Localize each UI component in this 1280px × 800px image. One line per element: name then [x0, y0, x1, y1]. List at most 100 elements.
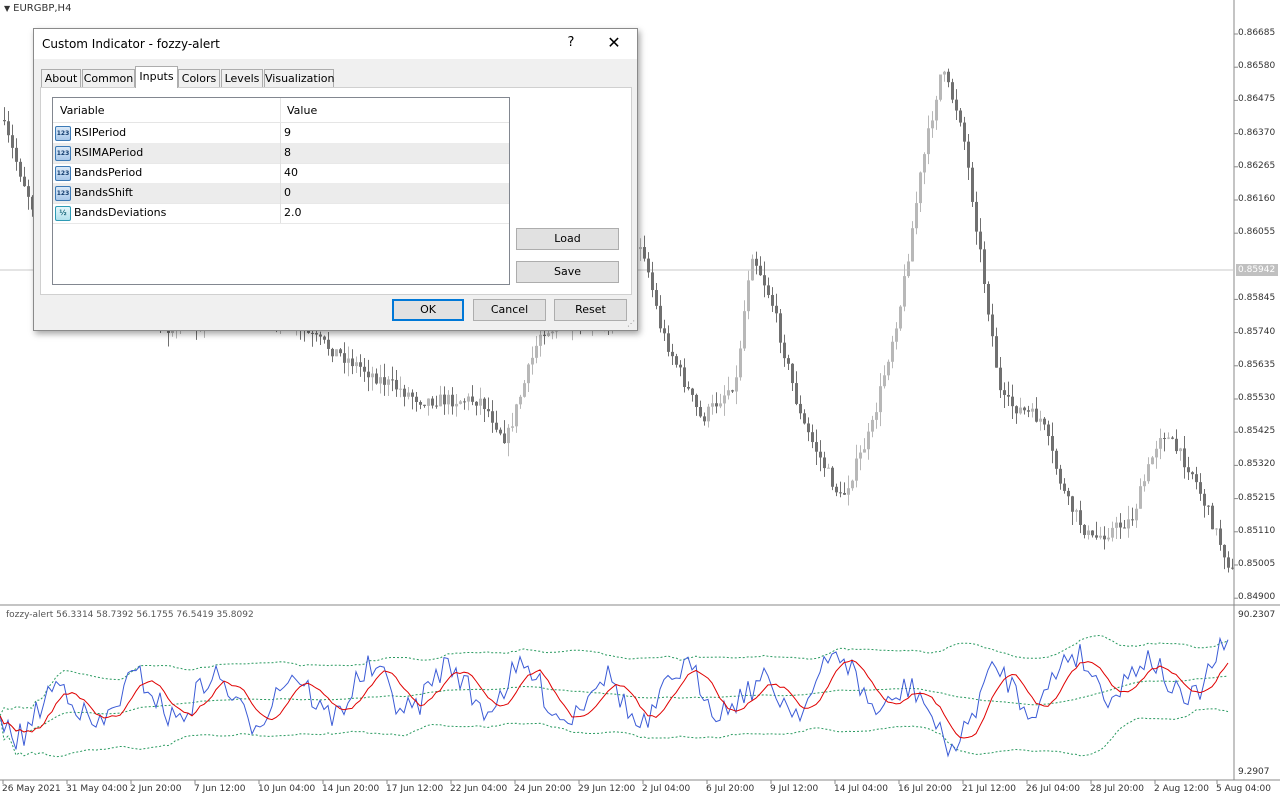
column-header-value[interactable]: Value [287, 104, 317, 117]
variable-name: BandsShift [74, 186, 133, 199]
candle-body [375, 373, 378, 384]
candle-body [23, 176, 26, 187]
table-row[interactable]: ½ BandsDeviations 2.0 [53, 203, 509, 224]
cancel-button[interactable]: Cancel [473, 299, 546, 321]
candle-body [439, 394, 442, 407]
candle-body [647, 258, 650, 273]
candle-body [467, 396, 470, 402]
candle-body [1091, 530, 1094, 536]
candle-body [415, 396, 418, 403]
candle-body [1159, 438, 1162, 449]
candle-body [1147, 464, 1150, 482]
candle-body [691, 388, 694, 395]
candle-body [715, 403, 718, 407]
candle-body [803, 413, 806, 424]
candle-body [1103, 535, 1106, 540]
table-row[interactable]: 123 BandsShift 0 [53, 183, 509, 204]
indicator-title: fozzy-alert 56.3314 58.7392 56.1755 76.5… [6, 610, 254, 620]
resize-grip-icon[interactable]: ⋰ [627, 319, 635, 328]
date-tick-label: 24 Jun 20:00 [514, 784, 572, 794]
candle-body [811, 432, 814, 443]
candle-body [875, 412, 878, 420]
symbol-title[interactable]: ▼ EURGBP,H4 [4, 3, 71, 14]
candle-body [1083, 524, 1086, 535]
table-row[interactable]: 123 BandsPeriod 40 [53, 163, 509, 184]
tab-inputs[interactable]: Inputs [135, 66, 178, 88]
price-tick-label: 0.85215 [1238, 492, 1276, 503]
date-tick-label: 9 Jul 12:00 [770, 784, 819, 794]
price-tick-label: 0.85740 [1238, 326, 1276, 337]
candle-body [739, 348, 742, 378]
tab-colors[interactable]: Colors [178, 69, 220, 87]
candle-body [763, 275, 766, 286]
indicator-scale-min: 9.2907 [1238, 767, 1270, 777]
candle-body [847, 488, 850, 495]
tab-about[interactable]: About [41, 69, 81, 87]
candle-body [359, 362, 362, 367]
candle-body [1223, 544, 1226, 558]
variable-value[interactable]: 40 [284, 166, 298, 179]
dialog-title-bar[interactable]: Custom Indicator - fozzy-alert ? ✕ [34, 29, 637, 59]
close-icon[interactable]: ✕ [602, 32, 626, 54]
help-button[interactable]: ? [563, 35, 579, 50]
candle-body [399, 388, 402, 390]
candle-body [431, 398, 434, 406]
candle-body [311, 332, 314, 334]
table-row[interactable]: 123 RSIPeriod 9 [53, 123, 509, 144]
candle-body [19, 161, 22, 177]
price-tick-label: 0.85320 [1238, 459, 1276, 470]
candle-body [527, 364, 530, 384]
candle-body [1143, 481, 1146, 487]
reset-button[interactable]: Reset [554, 299, 627, 321]
column-header-variable[interactable]: Variable [60, 104, 105, 117]
candle-body [743, 311, 746, 349]
variable-value[interactable]: 2.0 [284, 206, 302, 219]
tab-levels[interactable]: Levels [221, 69, 263, 87]
candle-body [663, 328, 666, 334]
candle-body [679, 364, 682, 368]
candle-body [1055, 450, 1058, 469]
candle-body [471, 396, 474, 402]
tab-common[interactable]: Common [82, 69, 135, 87]
candle-body [699, 407, 702, 417]
variable-value[interactable]: 8 [284, 146, 291, 159]
candle-body [639, 247, 642, 250]
load-button[interactable]: Load [516, 228, 619, 250]
inputs-table[interactable]: Variable Value 123 RSIPeriod 9 123 RSIMA… [52, 97, 510, 285]
candle-body [387, 379, 390, 385]
save-button[interactable]: Save [516, 261, 619, 283]
variable-value[interactable]: 9 [284, 126, 291, 139]
custom-indicator-dialog[interactable]: Custom Indicator - fozzy-alert ? ✕ About… [33, 28, 638, 331]
candle-body [839, 492, 842, 494]
double-icon: ½ [55, 206, 71, 221]
candle-body [755, 258, 758, 266]
variable-value[interactable]: 0 [284, 186, 291, 199]
candle-body [843, 492, 846, 495]
candle-body [1079, 510, 1082, 525]
candle-body [911, 228, 914, 262]
ok-button[interactable]: OK [392, 299, 464, 321]
candle-body [771, 295, 774, 306]
candle-body [427, 398, 430, 406]
candle-body [779, 313, 782, 343]
tab-visualization[interactable]: Visualization [264, 69, 334, 87]
price-tick-label: 0.85425 [1238, 426, 1276, 437]
variable-name: RSIMAPeriod [74, 146, 144, 159]
integer-icon: 123 [55, 126, 71, 141]
candle-body [507, 427, 510, 444]
candle-body [347, 358, 350, 363]
candle-body [487, 409, 490, 412]
candle-body [1087, 530, 1090, 535]
candle-body [923, 154, 926, 173]
table-row[interactable]: 123 RSIMAPeriod 8 [53, 143, 509, 164]
candle-body [339, 349, 342, 354]
upper-band-line [0, 634, 1229, 716]
variable-name: RSIPeriod [74, 126, 127, 139]
candle-body [379, 377, 382, 384]
candle-body [1023, 407, 1026, 411]
candle-body [503, 433, 506, 444]
candle-body [403, 388, 406, 397]
candle-body [1215, 528, 1218, 530]
candle-body [1211, 505, 1214, 530]
candle-body [651, 272, 654, 291]
